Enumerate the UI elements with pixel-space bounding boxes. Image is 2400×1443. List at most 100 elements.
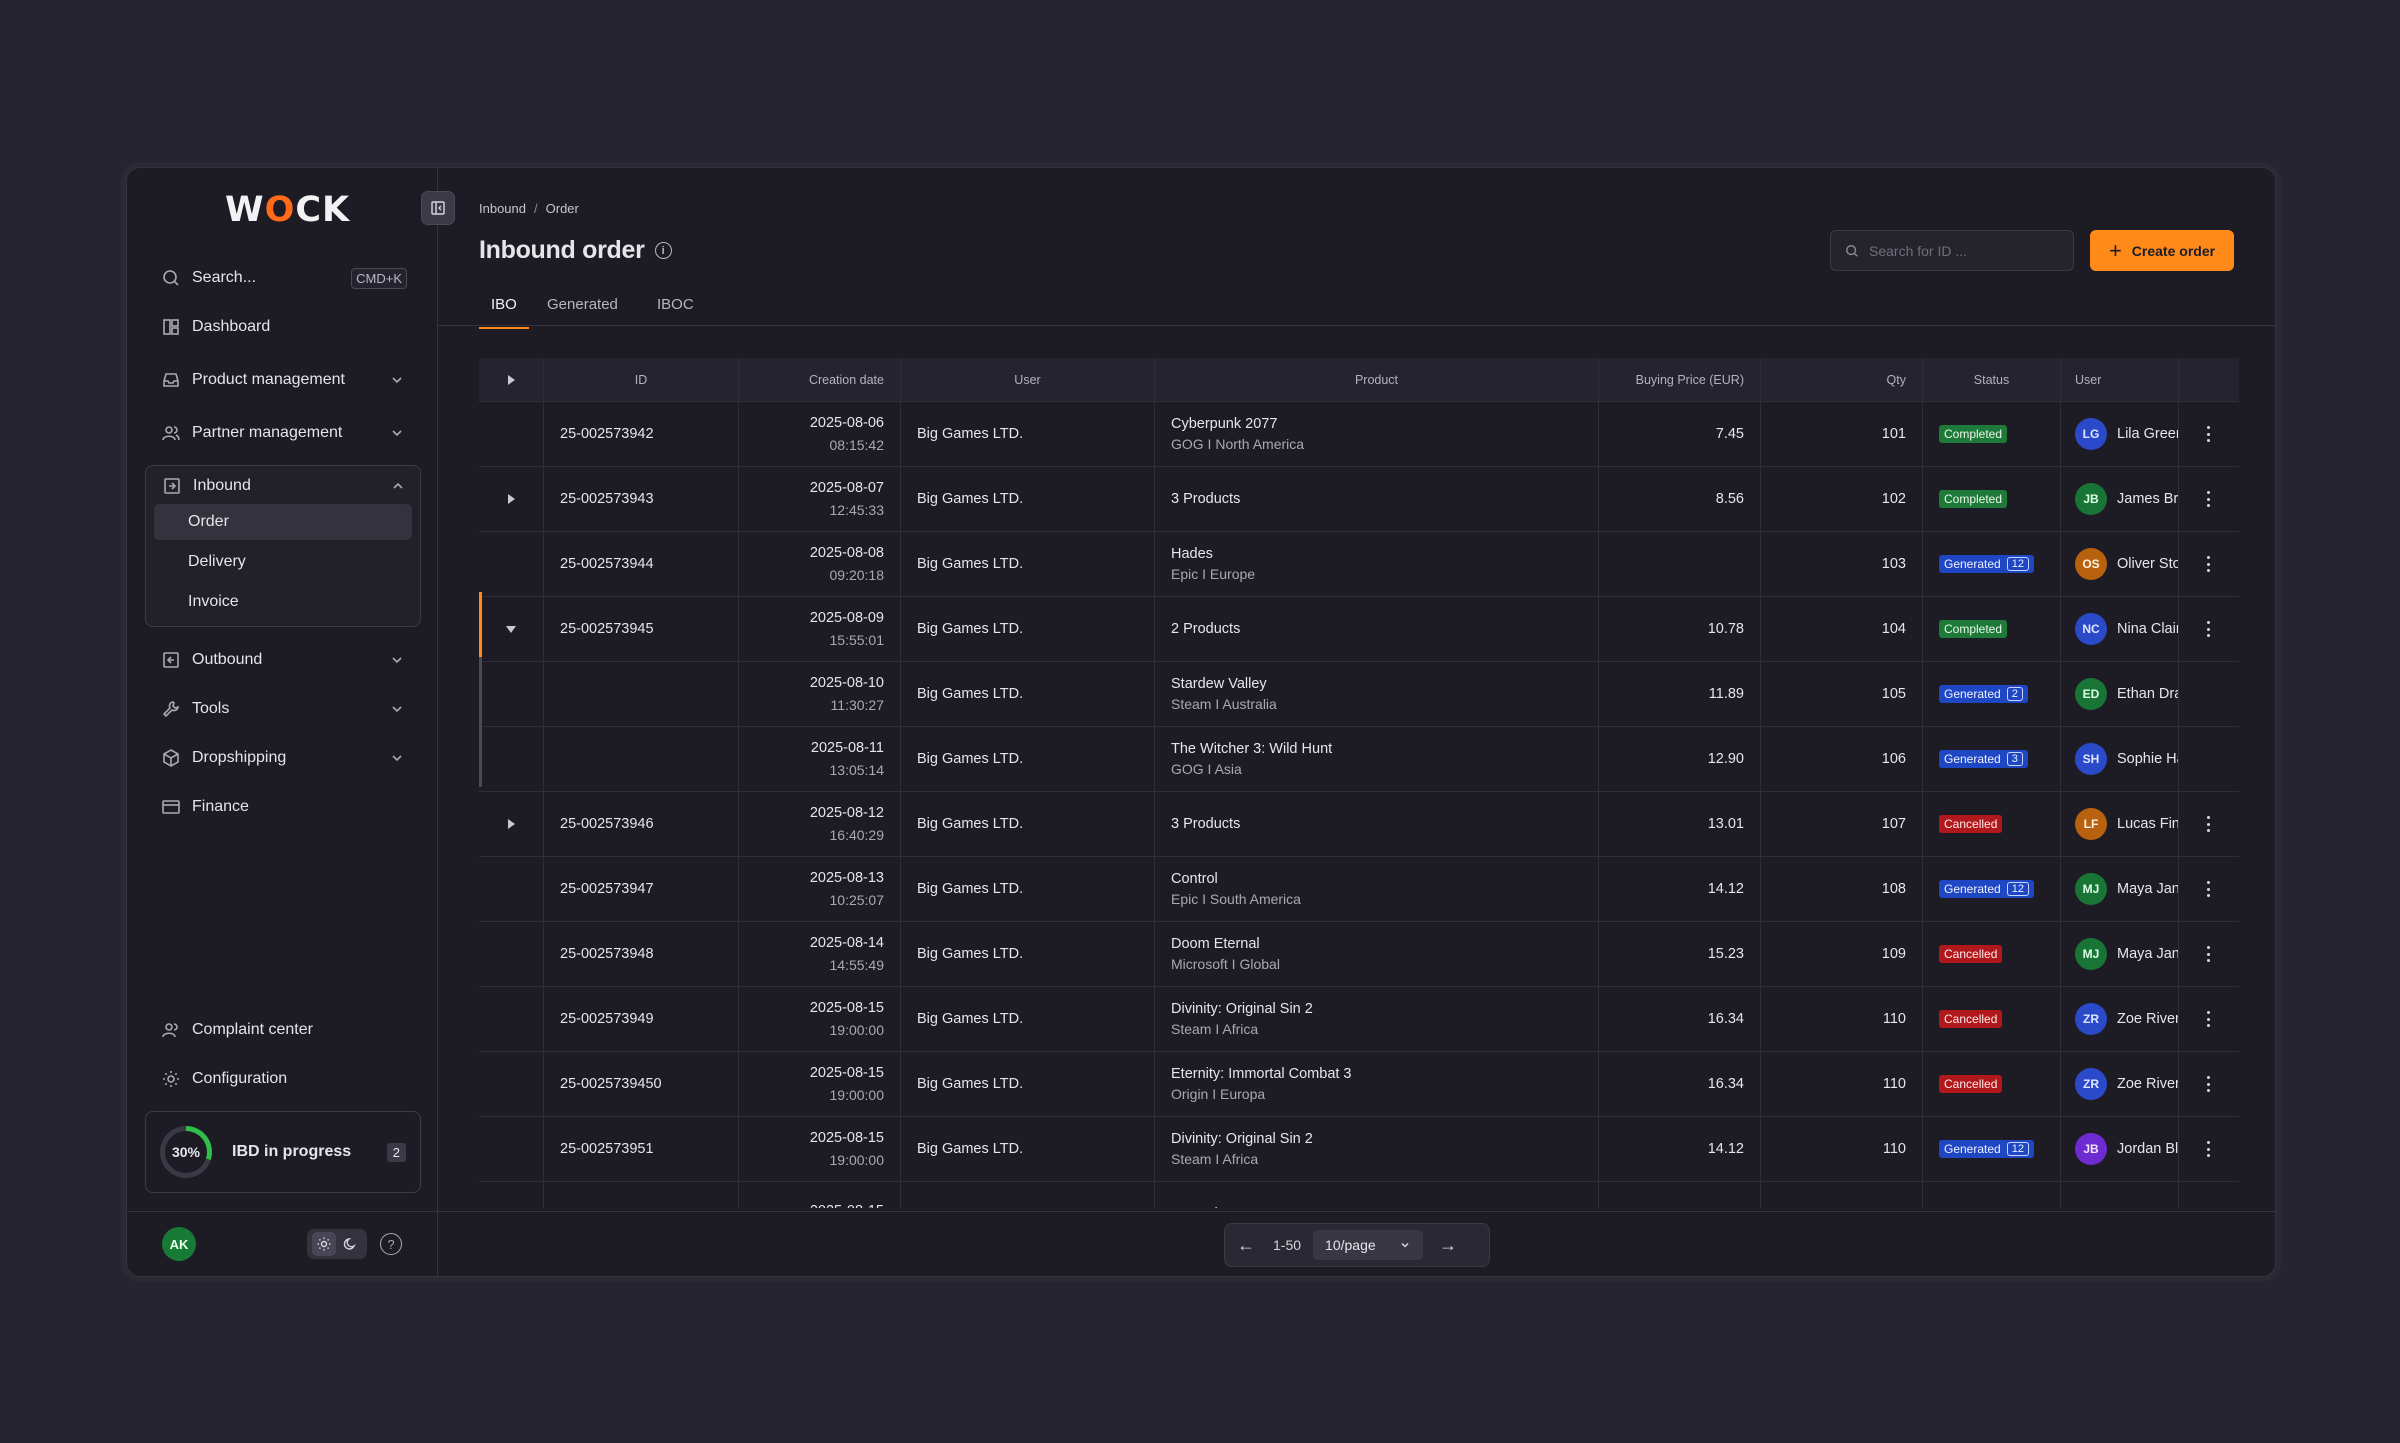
caret-right-icon [507, 819, 515, 829]
column-header-qty[interactable]: Qty [1761, 358, 1923, 401]
more-options-icon[interactable] [2207, 881, 2211, 897]
sidebar-search[interactable]: Search... CMD+K [145, 258, 421, 298]
create-order-button[interactable]: + Create order [2090, 230, 2234, 271]
assignee-name: Sophie Hart [2117, 751, 2178, 767]
tab-iboc[interactable]: IBOC [645, 296, 706, 329]
more-options-icon[interactable] [2207, 1141, 2211, 1157]
sidebar-item-tools[interactable]: Tools [145, 689, 421, 729]
row-expand-toggle [479, 532, 544, 596]
more-options-icon[interactable] [2207, 946, 2211, 962]
row-expand-toggle[interactable] [479, 792, 544, 856]
quantity: 110 [1761, 1117, 1923, 1181]
sidebar-subitem-order[interactable]: Order [154, 504, 412, 540]
more-options-icon[interactable] [2207, 491, 2211, 507]
column-header-buying-price[interactable]: Buying Price (EUR) [1599, 358, 1761, 401]
table-row[interactable]: 25-002573946 2025-08-12 16:40:29 Big Games … [479, 792, 2239, 857]
sun-icon[interactable] [312, 1232, 336, 1256]
order-assignee: LF Lucas Finn [2061, 792, 2179, 856]
avatar: ZR [2075, 1003, 2107, 1035]
table-row[interactable]: 2025-08-10 11:30:27 Big Games LTD. Stardew … [479, 662, 2239, 727]
order-id: 25-002573947 [544, 857, 739, 921]
sidebar-item-complaint-center[interactable]: Complaint center [145, 1010, 421, 1050]
column-header-product[interactable]: Product [1155, 358, 1599, 401]
table-row[interactable]: 2025-08-15 Control [479, 1182, 2239, 1208]
user-avatar[interactable]: AK [162, 1227, 196, 1261]
sidebar-item-dashboard[interactable]: Dashboard [145, 307, 421, 347]
buying-price: 11.89 [1599, 662, 1761, 726]
order-status: Generated 12 [1923, 1117, 2061, 1181]
status-badge: Cancelled [1939, 1075, 2003, 1093]
row-expand-toggle[interactable] [479, 597, 544, 661]
table-row[interactable]: 25-002573942 2025-08-06 08:15:42 Big Games … [479, 402, 2239, 467]
page-size-select[interactable]: 10/page [1313, 1230, 1424, 1260]
order-user: Big Games LTD. [901, 532, 1155, 596]
column-header-assignee[interactable]: User [2061, 358, 2179, 401]
sidebar-item-dropshipping[interactable]: Dropshipping [145, 738, 421, 778]
table-row[interactable]: 2025-08-11 13:05:14 Big Games LTD. The Witc… [479, 727, 2239, 792]
table-row[interactable]: 25-002573951 2025-08-15 19:00:00 Big Games … [479, 1117, 2239, 1182]
sidebar-item-configuration[interactable]: Configuration [145, 1059, 421, 1099]
avatar: OS [2075, 548, 2107, 580]
shortcut-badge: CMD+K [351, 267, 407, 289]
more-options-icon[interactable] [2207, 426, 2211, 442]
users-icon [162, 1023, 178, 1038]
sidebar-item-product-management[interactable]: Product management [145, 360, 421, 400]
row-expand-toggle[interactable] [479, 467, 544, 531]
row-actions [2179, 402, 2239, 466]
more-options-icon[interactable] [2207, 816, 2211, 832]
moon-icon[interactable] [338, 1232, 362, 1256]
more-options-icon[interactable] [2207, 556, 2211, 572]
search-input[interactable]: Search for ID ... [1830, 230, 2074, 271]
table-row[interactable]: 25-002573945 2025-08-09 15:55:01 Big Games … [479, 597, 2239, 662]
column-header-id[interactable]: ID [544, 358, 739, 401]
row-actions [2179, 662, 2239, 726]
sidebar-item-finance[interactable]: Finance [145, 787, 421, 827]
pagination: ← 1-50 10/page → [1224, 1223, 1490, 1267]
more-options-icon[interactable] [2207, 1076, 2211, 1092]
row-actions [2179, 922, 2239, 986]
table-row[interactable]: 25-002573944 2025-08-08 09:20:18 Big Games … [479, 532, 2239, 597]
outbound-icon [163, 652, 179, 668]
creation-date: 2025-08-06 08:15:42 [739, 402, 901, 466]
chevron-down-icon [392, 377, 402, 384]
order-id: 25-002573946 [544, 792, 739, 856]
table-row[interactable]: 25-0025739450 2025-08-15 19:00:00 Big Games… [479, 1052, 2239, 1117]
info-icon[interactable]: i [654, 242, 672, 259]
table-row[interactable]: 25-002573947 2025-08-13 10:25:07 Big Games … [479, 857, 2239, 922]
help-icon[interactable]: ? [380, 1233, 402, 1255]
sidebar-item-partner-management[interactable]: Partner management [145, 413, 421, 453]
table-row[interactable]: 25-002573943 2025-08-07 12:45:33 Big Games … [479, 467, 2239, 532]
order-product: Divinity: Original Sin 2 Steam I Africa [1155, 1117, 1599, 1181]
table-row[interactable]: 25-002573948 2025-08-14 14:55:49 Big Games … [479, 922, 2239, 987]
column-header-creation-date[interactable]: Creation date [739, 358, 901, 401]
prev-page-button[interactable]: ← [1231, 1230, 1261, 1260]
order-product: 3 Products [1155, 467, 1599, 531]
next-page-button[interactable]: → [1433, 1230, 1463, 1260]
tab-ibo[interactable]: IBO [479, 296, 529, 329]
row-actions [2179, 532, 2239, 596]
brand-logo[interactable]: WOCK [225, 190, 350, 230]
table-row[interactable]: 25-002573949 2025-08-15 19:00:00 Big Games … [479, 987, 2239, 1052]
order-assignee: MJ Maya Jane [2061, 857, 2179, 921]
search-icon [1846, 244, 1858, 257]
more-options-icon[interactable] [2207, 1011, 2211, 1027]
order-user: Big Games LTD. [901, 662, 1155, 726]
sidebar-item-inbound[interactable]: Inbound [146, 466, 422, 506]
sidebar-subitem-invoice[interactable]: Invoice [154, 584, 412, 620]
avatar: JB [2075, 1133, 2107, 1165]
column-header-user[interactable]: User [901, 358, 1155, 401]
expand-all-toggle[interactable] [479, 358, 544, 401]
column-header-status[interactable]: Status [1923, 358, 2061, 401]
breadcrumb-inbound[interactable]: Inbound [479, 201, 526, 216]
theme-toggle[interactable] [307, 1229, 367, 1259]
ibd-progress-card[interactable]: 30% IBD in progress 2 [145, 1111, 421, 1193]
child-rows-indicator [479, 657, 482, 787]
tab-generated[interactable]: Generated [535, 296, 630, 329]
more-options-icon[interactable] [2207, 621, 2211, 637]
chevron-down-icon [392, 755, 402, 762]
creation-date: 2025-08-12 16:40:29 [739, 792, 901, 856]
chevron-down-icon [392, 706, 402, 713]
sidebar-subitem-delivery[interactable]: Delivery [154, 544, 412, 580]
collapse-sidebar-button[interactable] [421, 191, 455, 225]
sidebar-item-outbound[interactable]: Outbound [145, 640, 421, 680]
